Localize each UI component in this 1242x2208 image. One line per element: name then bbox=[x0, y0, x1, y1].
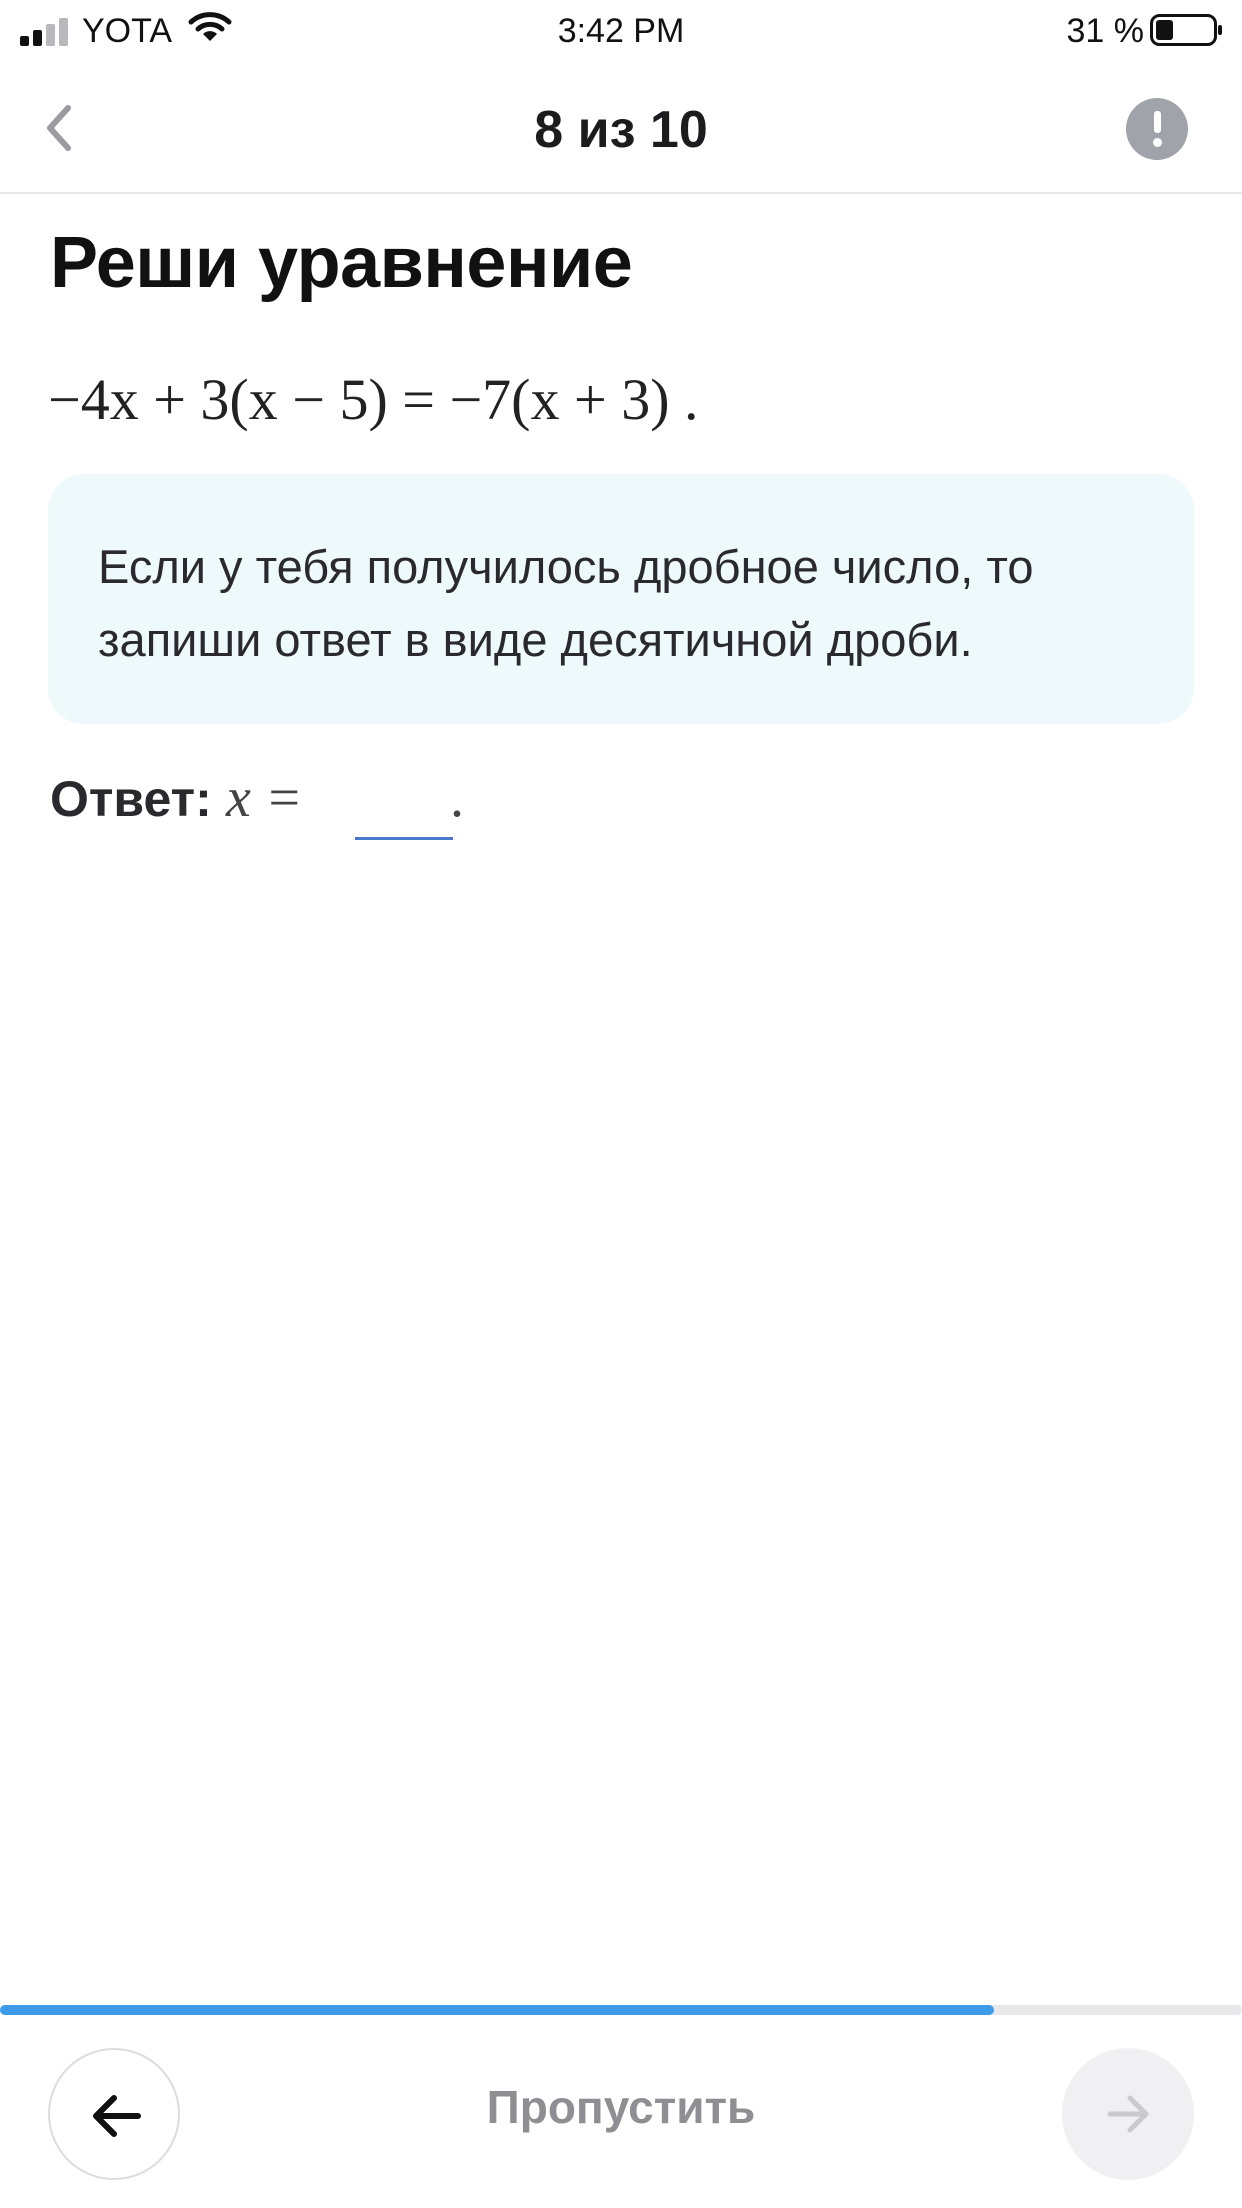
answer-period: . bbox=[450, 767, 464, 829]
nav-bar: 8 из 10 bbox=[0, 62, 1242, 194]
answer-input[interactable] bbox=[355, 776, 453, 840]
hint-text: Если у тебя получилось дробное число, то… bbox=[98, 540, 1034, 666]
exclamation-circle-icon[interactable] bbox=[1126, 98, 1188, 160]
equation: −4x + 3(x − 5) = −7(x + 3) . bbox=[48, 367, 699, 432]
skip-button[interactable]: Пропустить bbox=[421, 2080, 821, 2134]
answer-label: Ответ: bbox=[50, 771, 212, 827]
hint-box: Если у тебя получилось дробное число, то… bbox=[48, 474, 1194, 724]
screen: YOTA 3:42 PM 31 % 8 из 10 Реши уравнение… bbox=[0, 0, 1242, 2208]
answer-variable: x = bbox=[226, 767, 303, 829]
status-bar: YOTA 3:42 PM 31 % bbox=[0, 0, 1242, 62]
previous-button[interactable] bbox=[48, 2048, 180, 2180]
progress-fill bbox=[0, 2005, 994, 2015]
question-counter: 8 из 10 bbox=[534, 101, 708, 159]
next-button[interactable] bbox=[1062, 2048, 1194, 2180]
battery-icon bbox=[1150, 14, 1222, 46]
arrow-left-icon bbox=[93, 2095, 141, 2137]
battery-percent: 31 % bbox=[1066, 12, 1145, 50]
page-title: Реши уравнение bbox=[50, 223, 633, 303]
progress-bar bbox=[0, 2005, 1242, 2015]
answer-row: Ответ: x = . bbox=[50, 766, 650, 846]
clock: 3:42 PM bbox=[557, 12, 685, 50]
arrow-right-icon bbox=[1107, 2095, 1149, 2133]
